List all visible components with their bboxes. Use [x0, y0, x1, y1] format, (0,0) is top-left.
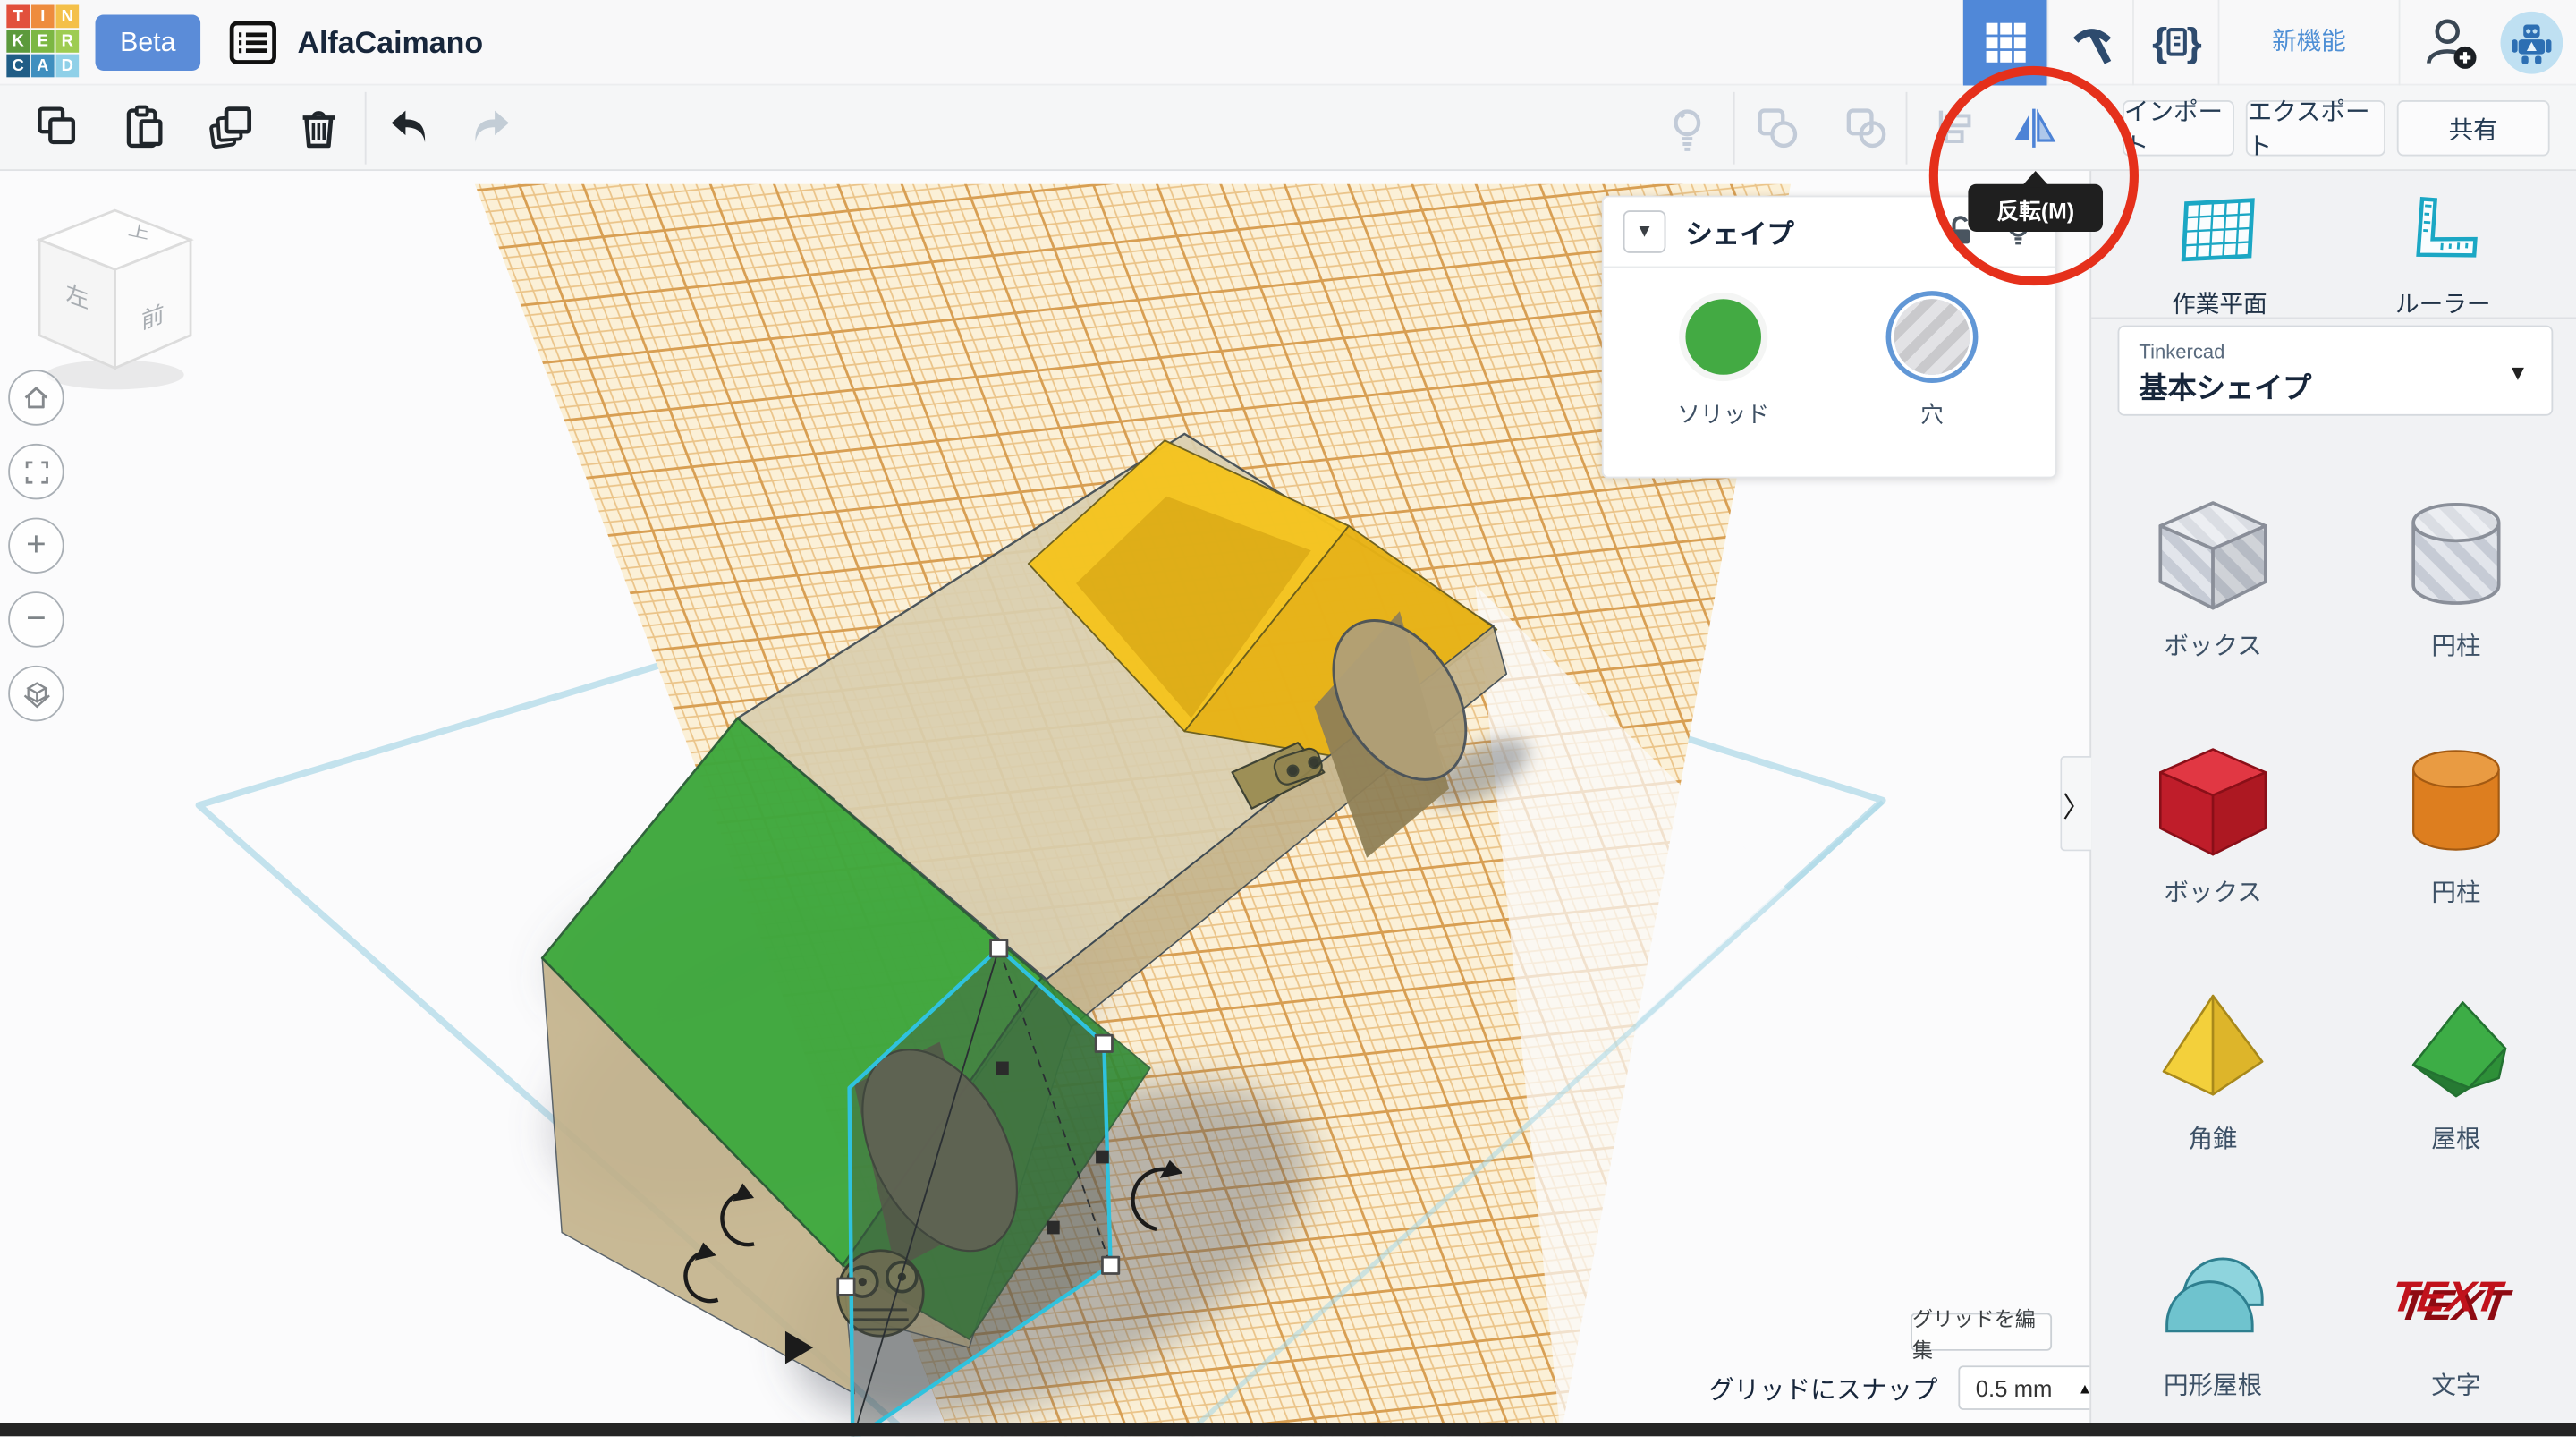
properties-list-icon[interactable] [226, 20, 279, 65]
inspector-title: シェイプ [1685, 220, 1794, 251]
design-title[interactable]: AlfaCaimano [297, 25, 483, 61]
shape-pyramid-yellow[interactable]: 角錐 [2091, 960, 2334, 1207]
copy-button[interactable] [35, 104, 84, 153]
delete-button[interactable] [294, 104, 343, 153]
mirror-tooltip: 反転(M) [1968, 171, 2104, 232]
workplane-tool[interactable]: 作業平面 [2121, 194, 2318, 320]
svg-text:TEXT: TEXT [2390, 1274, 2507, 1321]
perspective-toggle-button[interactable] [8, 665, 64, 722]
dashboard-grid-button[interactable] [1962, 0, 2047, 86]
shape-box-red[interactable]: ボックス [2091, 713, 2334, 960]
svg-text:}: } [2186, 21, 2201, 64]
shape-round-roof-cyan[interactable]: 円形屋根 [2091, 1206, 2334, 1453]
avatar[interactable] [2500, 11, 2563, 74]
panel-collapse-button[interactable]: 〉 [2060, 755, 2092, 852]
import-button[interactable]: インポート [2123, 98, 2234, 161]
shape-text-red[interactable]: TEXT TEXT 文字 [2334, 1206, 2576, 1453]
minecraft-pickaxe-button[interactable] [2046, 0, 2133, 86]
edit-grid-button[interactable]: グリッドを編集 [1911, 1307, 2053, 1362]
hole-swatch[interactable] [1894, 299, 1970, 375]
shape-library-panel: 作業平面 ルーラー Tinkercad 基本シェイプ ▼ ボックス 円柱 ボック… [2089, 171, 2576, 1437]
shape-box-hole[interactable]: ボックス [2091, 467, 2334, 714]
new-features-link[interactable]: 新機能 [2217, 0, 2399, 86]
beta-badge[interactable]: Beta [95, 14, 201, 71]
align-button[interactable] [1930, 104, 1979, 153]
snap-grid-select[interactable]: 0.5 mm ▲ [1957, 1365, 2107, 1410]
app-header: TIN KER CAD Beta AlfaCaimano {} 新機能 [0, 0, 2576, 86]
paste-button[interactable] [120, 104, 169, 153]
edit-toolbar: インポート エクスポート 共有 [0, 85, 2576, 172]
shape-cylinder-orange[interactable]: 円柱 [2334, 713, 2576, 960]
home-view-button[interactable] [8, 370, 64, 426]
hole-option[interactable]: 穴 [1834, 299, 2030, 430]
codeblocks-button[interactable]: {} [2132, 0, 2218, 86]
shape-roof-green[interactable]: 屋根 [2334, 960, 2576, 1207]
share-button[interactable]: 共有 [2396, 100, 2550, 157]
undo-button[interactable] [385, 104, 434, 153]
shape-library-dropdown[interactable]: Tinkercad 基本シェイプ ▼ [2117, 325, 2554, 416]
view-cube[interactable]: 上 左 前 [26, 204, 207, 398]
ungroup-button[interactable] [1842, 104, 1891, 153]
inspector-collapse-button[interactable]: ▼ [1623, 210, 1666, 253]
shape-cylinder-hole[interactable]: 円柱 [2334, 467, 2576, 714]
redo-button[interactable] [467, 104, 516, 153]
solid-color-swatch[interactable] [1685, 299, 1761, 375]
invite-user-button[interactable] [2398, 0, 2501, 86]
mirror-button[interactable] [2009, 104, 2058, 153]
export-button[interactable]: エクスポート [2245, 98, 2385, 161]
group-button[interactable] [1753, 104, 1802, 153]
zoom-out-button[interactable]: − [8, 591, 64, 648]
solid-option[interactable]: ソリッド [1625, 299, 1822, 430]
duplicate-button[interactable] [207, 104, 256, 153]
fit-view-button[interactable] [8, 443, 64, 500]
snap-grid-label: グリッドにスナップ [1708, 1376, 1938, 1405]
show-all-button[interactable] [1663, 104, 1712, 153]
zoom-in-button[interactable]: + [8, 517, 64, 574]
ruler-tool[interactable]: ルーラー [2344, 194, 2541, 320]
cookie-notice-bar [0, 1423, 2576, 1437]
chevron-down-icon: ▼ [2507, 360, 2529, 385]
shape-inspector-panel: ▼ シェイプ ソリッド 穴 [1601, 195, 2057, 479]
tinkercad-logo[interactable]: TIN KER CAD [6, 4, 81, 81]
shape-gallery: ボックス 円柱 ボックス 円柱 角錐 屋根 円形屋根 TEXT TEXT 文字 [2091, 467, 2576, 1453]
svg-text:{: { [2151, 21, 2166, 64]
